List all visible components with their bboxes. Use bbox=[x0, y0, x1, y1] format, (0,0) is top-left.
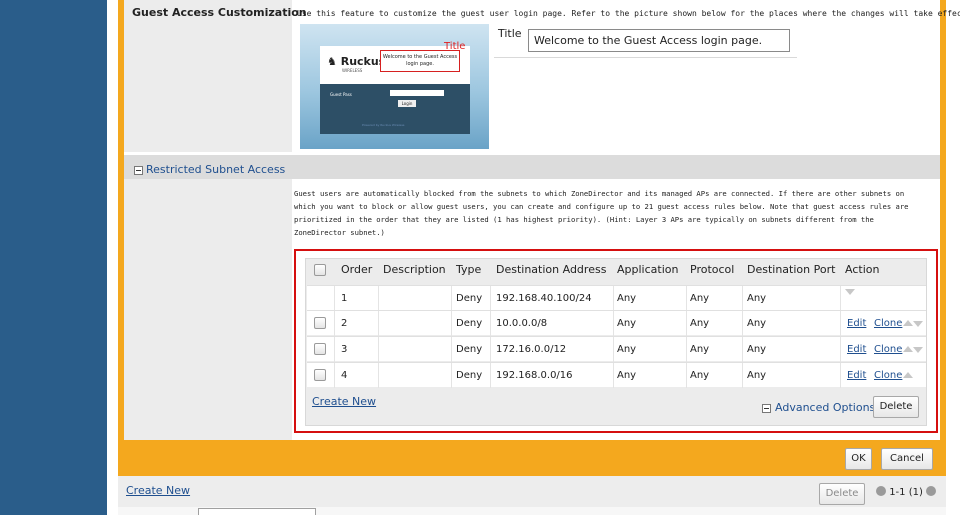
pager-range: 1-1 (1) bbox=[889, 487, 923, 498]
restricted-subnet-title[interactable]: Restricted Subnet Access bbox=[146, 163, 285, 176]
guest-access-description: Use this feature to customize the guest … bbox=[297, 9, 960, 18]
preview-login-button: Login bbox=[398, 100, 416, 107]
title-input[interactable] bbox=[528, 29, 790, 52]
description-line: Guest users are automatically blocked fr… bbox=[294, 189, 905, 198]
footer-delete-button[interactable]: Delete bbox=[819, 483, 865, 505]
search-input[interactable] bbox=[198, 508, 316, 515]
title-field-label: Title bbox=[498, 27, 522, 40]
next-page-icon[interactable] bbox=[926, 486, 937, 496]
restricted-subnet-description: Guest users are automatically blocked fr… bbox=[294, 187, 939, 239]
form-action-bar bbox=[118, 440, 946, 476]
pager: 1-1 (1) bbox=[876, 486, 937, 498]
preview-guest-pass-label: Guest Pass bbox=[330, 92, 352, 97]
description-line: ZoneDirector subnet.) bbox=[294, 228, 385, 237]
preview-title-marker: Title bbox=[444, 41, 466, 52]
description-line: which you want to block or allow guest u… bbox=[294, 202, 909, 211]
title-row-divider bbox=[494, 57, 797, 58]
highlight-outline bbox=[294, 249, 938, 433]
dog-logo-icon: ♞ bbox=[327, 55, 337, 68]
preview-title-box: Welcome to the Guest Access login page. bbox=[380, 50, 460, 72]
login-page-preview-image: ♞ Ruckus WIRELESS Welcome to the Guest A… bbox=[300, 24, 489, 149]
guest-access-label-cell bbox=[124, 0, 292, 152]
description-line: prioritized in the order that they are l… bbox=[294, 215, 874, 224]
left-navigation-panel bbox=[0, 0, 107, 515]
guest-access-label: Guest Access Customization bbox=[132, 6, 307, 19]
previous-page-icon[interactable] bbox=[876, 486, 886, 496]
preview-footer-text: Powered by Ruckus Wireless bbox=[362, 123, 405, 127]
ok-button[interactable]: OK bbox=[845, 448, 872, 470]
preview-logo-sub: WIRELESS bbox=[342, 68, 363, 73]
preview-logo-text: Ruckus bbox=[340, 55, 386, 68]
cancel-button[interactable]: Cancel bbox=[881, 448, 933, 470]
collapse-icon[interactable] bbox=[134, 166, 143, 175]
footer-create-new-link[interactable]: Create New bbox=[126, 484, 190, 497]
preview-guest-pass-field bbox=[390, 90, 444, 96]
restricted-subnet-label-cell bbox=[124, 179, 292, 440]
preview-logo: ♞ Ruckus bbox=[327, 55, 385, 68]
right-margin bbox=[946, 0, 960, 515]
